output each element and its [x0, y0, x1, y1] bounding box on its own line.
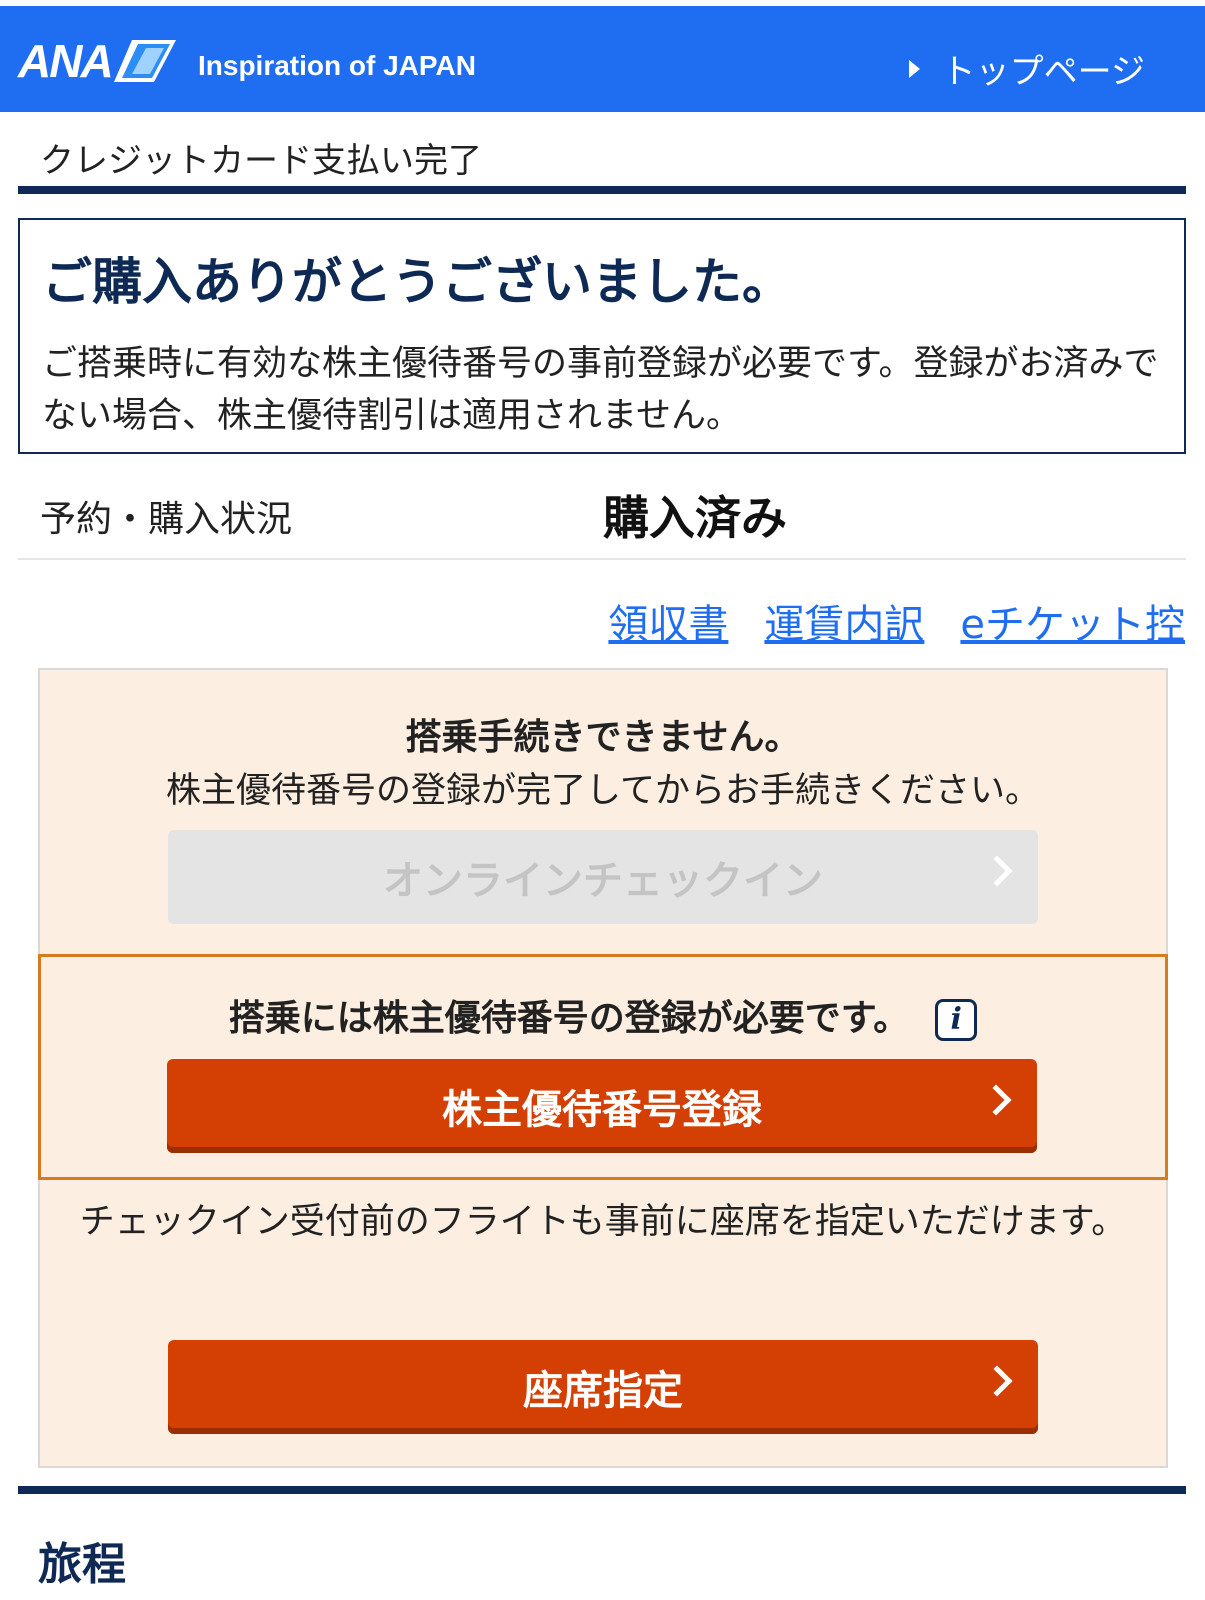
register-number-label: 株主優待番号登録: [442, 1087, 762, 1133]
online-checkin-button[interactable]: オンラインチェックイン: [168, 830, 1038, 924]
triangle-right-icon: [908, 59, 920, 78]
seat-selection-button[interactable]: 座席指定: [168, 1340, 1038, 1434]
title-divider: [18, 186, 1186, 194]
notice-text-row: 搭乗には株主優待番号の登録が必要です。 i: [41, 989, 1165, 1041]
eticket-link[interactable]: eチケット控: [960, 592, 1185, 650]
registration-notice: 搭乗には株主優待番号の登録が必要です。 i 株主優待番号登録: [38, 954, 1168, 1180]
seat-message: チェックイン受付前のフライトも事前に座席を指定いただけます。: [79, 1202, 1127, 1242]
online-checkin-label: オンラインチェックイン: [383, 858, 823, 904]
register-number-button[interactable]: 株主優待番号登録: [167, 1059, 1037, 1153]
thanks-message: ご搭乗時に有効な株主優待番号の事前登録が必要です。登録がお済みでない場合、株主優…: [42, 344, 1159, 436]
fare-breakdown-link[interactable]: 運賃内訳: [764, 592, 924, 650]
notice-text: 搭乗には株主優待番号の登録が必要です。: [228, 998, 910, 1039]
document-links: 領収書 運賃内訳 eチケット控: [608, 592, 1185, 650]
top-page-link[interactable]: トップページ: [908, 44, 1145, 93]
status-label: 予約・購入状況: [40, 499, 293, 540]
checkin-title: 搭乗手続きできません。: [405, 717, 801, 758]
checkin-panel: 搭乗手続きできません。 株主優待番号の登録が完了してからお手続きください。 オン…: [38, 668, 1168, 1468]
checkin-message: 株主優待番号の登録が完了してからお手続きください。: [166, 771, 1040, 811]
logo-stripes-icon: [113, 40, 176, 82]
status-value: 購入済み: [603, 491, 787, 545]
chevron-right-icon: [980, 1084, 1012, 1116]
logo-text: ANA: [18, 35, 114, 87]
ana-logo[interactable]: ANA: [18, 34, 176, 88]
chevron-right-icon: [981, 1365, 1013, 1397]
page-title: クレジットカード支払い完了: [40, 141, 482, 181]
thanks-title: ご購入ありがとうございました。: [42, 253, 792, 311]
top-page-link-label: トップページ: [941, 52, 1145, 92]
thanks-box: ご購入ありがとうございました。 ご搭乗時に有効な株主優待番号の事前登録が必要です…: [18, 218, 1186, 454]
info-icon[interactable]: i: [935, 999, 978, 1041]
seat-selection-label: 座席指定: [523, 1368, 683, 1414]
itinerary-title: 旅程: [38, 1539, 126, 1590]
chevron-right-icon: [981, 855, 1013, 887]
status-row: 予約・購入状況 購入済み: [18, 476, 1186, 560]
itinerary-divider: [18, 1486, 1186, 1494]
tagline: Inspiration of JAPAN: [198, 50, 476, 81]
receipt-link[interactable]: 領収書: [608, 592, 728, 650]
app-header: ANA Inspiration of JAPAN トップページ: [0, 6, 1205, 112]
